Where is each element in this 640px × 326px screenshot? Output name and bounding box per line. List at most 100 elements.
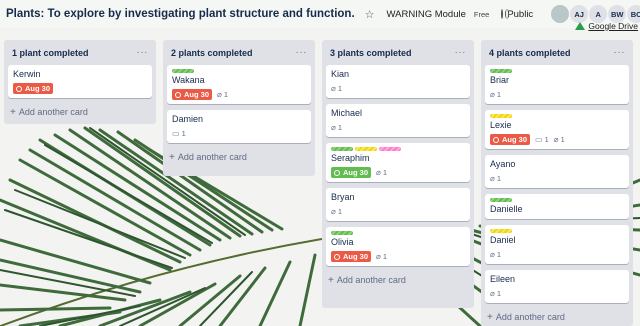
attachment-count: 1 [337,207,342,216]
board-title[interactable]: Plants: To explore by investigating plan… [6,8,355,20]
attachment-badge: ⌀ 1 [554,135,565,144]
due-date-badge[interactable]: Aug 30 [13,83,54,94]
card-title: Ayano [490,159,516,169]
card-daniel[interactable]: Daniel ⌀ 1 [485,225,629,264]
card-title: Eileen [490,274,516,284]
comment-count: 1 [544,135,549,144]
yellow-label [355,147,377,151]
list-header[interactable]: 3 plants completed ··· [326,40,470,65]
card-eileen[interactable]: Eileen ⌀ 1 [485,270,629,303]
card-title: Kerwin [13,69,41,79]
list-1-plant-completed: 1 plant completed ··· Kerwin Aug 30 + Add… [4,40,156,124]
add-card-button[interactable]: + Add another card [167,149,311,165]
google-drive-label: Google Drive [588,21,638,31]
card-bryan[interactable]: Bryan ⌀ 1 [326,188,470,221]
star-icon[interactable]: ☆ [365,8,375,21]
clock-icon [493,136,499,143]
clock-icon [334,253,340,260]
add-card-button[interactable]: + Add another card [326,272,470,288]
avatar[interactable] [551,5,570,23]
card-badges: ⌀ 1 [331,83,465,94]
list-3-plants-completed: 3 plants completed ··· Kian ⌀ 1 Michael ⌀… [322,40,474,308]
attachment-badge: ⌀ 1 [331,207,342,216]
attachment-badge: ⌀ 1 [490,289,501,298]
plus-icon: + [10,106,16,118]
card-badges: Aug 30 [13,83,147,94]
list-menu-icon[interactable]: ··· [455,47,467,58]
due-date-badge[interactable]: Aug 30 [490,134,531,145]
green-label [172,69,194,73]
due-date-text: Aug 30 [343,252,369,261]
card-seraphim[interactable]: Seraphim Aug 30 ⌀ 1 [326,143,470,182]
list-header[interactable]: 1 plant completed ··· [8,40,152,65]
paperclip-icon: ⌀ [490,289,495,298]
paperclip-icon: ⌀ [376,252,381,261]
list-header[interactable]: 4 plants completed ··· [485,40,629,65]
list-title[interactable]: 1 plant completed [12,48,89,58]
card-labels [331,231,465,235]
list-title[interactable]: 2 plants completed [171,48,253,58]
card-badges: ▭ 1 [172,128,306,139]
attachment-badge: ⌀ 1 [217,90,228,99]
pink-label [379,147,401,151]
visibility-button[interactable]: Public [507,9,533,20]
paperclip-icon: ⌀ [217,90,222,99]
yellow-label [490,229,512,233]
card-damien[interactable]: Damien ▭ 1 [167,110,311,143]
due-date-text: Aug 30 [184,90,210,99]
attachment-badge: ⌀ 1 [490,90,501,99]
card-briar[interactable]: Briar ⌀ 1 [485,65,629,104]
add-card-label: Add another card [336,275,406,285]
comment-badge: ▭ 1 [535,135,549,144]
due-date-badge[interactable]: Aug 30 [331,167,372,178]
list-title[interactable]: 4 plants completed [489,48,571,58]
attachment-count: 1 [337,84,342,93]
list-title[interactable]: 3 plants completed [330,48,412,58]
due-date-badge[interactable]: Aug 30 [331,251,372,262]
green-label [331,147,353,151]
card-title: Kian [331,69,350,79]
list-menu-icon[interactable]: ··· [614,47,626,58]
card-olivia[interactable]: Olivia Aug 30 ⌀ 1 [326,227,470,266]
due-date-text: Aug 30 [502,135,528,144]
card-title: Danielle [490,204,523,214]
globe-icon [501,9,510,19]
attachment-count: 1 [496,289,501,298]
card-title: Damien [172,114,204,124]
card-badges: Aug 30 ▭ 1 ⌀ 1 [490,134,624,145]
list-menu-icon[interactable]: ··· [296,47,308,58]
card-michael[interactable]: Michael ⌀ 1 [326,104,470,137]
paperclip-icon: ⌀ [376,168,381,177]
card-badges: ⌀ 1 [331,206,465,217]
add-card-button[interactable]: + Add another card [485,309,629,325]
paperclip-icon: ⌀ [553,135,559,144]
list-4-plants-completed: 4 plants completed ··· Briar ⌀ 1 Lexie Au… [481,40,633,326]
google-drive-link[interactable]: Google Drive [575,21,638,31]
green-label [490,69,512,73]
card-labels [490,69,624,73]
card-kian[interactable]: Kian ⌀ 1 [326,65,470,98]
card-badges: Aug 30 ⌀ 1 [172,89,306,100]
add-card-button[interactable]: + Add another card [8,104,152,120]
card-title: Daniel [490,235,516,245]
attachment-badge: ⌀ 1 [331,123,342,132]
card-wakana[interactable]: Wakana Aug 30 ⌀ 1 [167,65,311,104]
plus-icon: + [487,311,493,323]
card-title: Bryan [331,192,355,202]
card-ayano[interactable]: Ayano ⌀ 1 [485,155,629,188]
add-card-label: Add another card [18,107,88,117]
plus-icon: + [328,274,334,286]
card-lexie[interactable]: Lexie Aug 30 ▭ 1 ⌀ 1 [485,110,629,149]
list-menu-icon[interactable]: ··· [137,47,149,58]
paperclip-icon: ⌀ [331,123,336,132]
card-title: Lexie [490,120,512,130]
card-danielle[interactable]: Danielle [485,194,629,219]
list-header[interactable]: 2 plants completed ··· [167,40,311,65]
paperclip-icon: ⌀ [490,174,495,183]
team-name[interactable]: WARNING Module [387,9,466,20]
card-labels [331,147,465,151]
attachment-count: 1 [337,123,342,132]
due-date-badge[interactable]: Aug 30 [172,89,213,100]
attachment-count: 1 [382,252,388,261]
card-kerwin[interactable]: Kerwin Aug 30 [8,65,152,98]
